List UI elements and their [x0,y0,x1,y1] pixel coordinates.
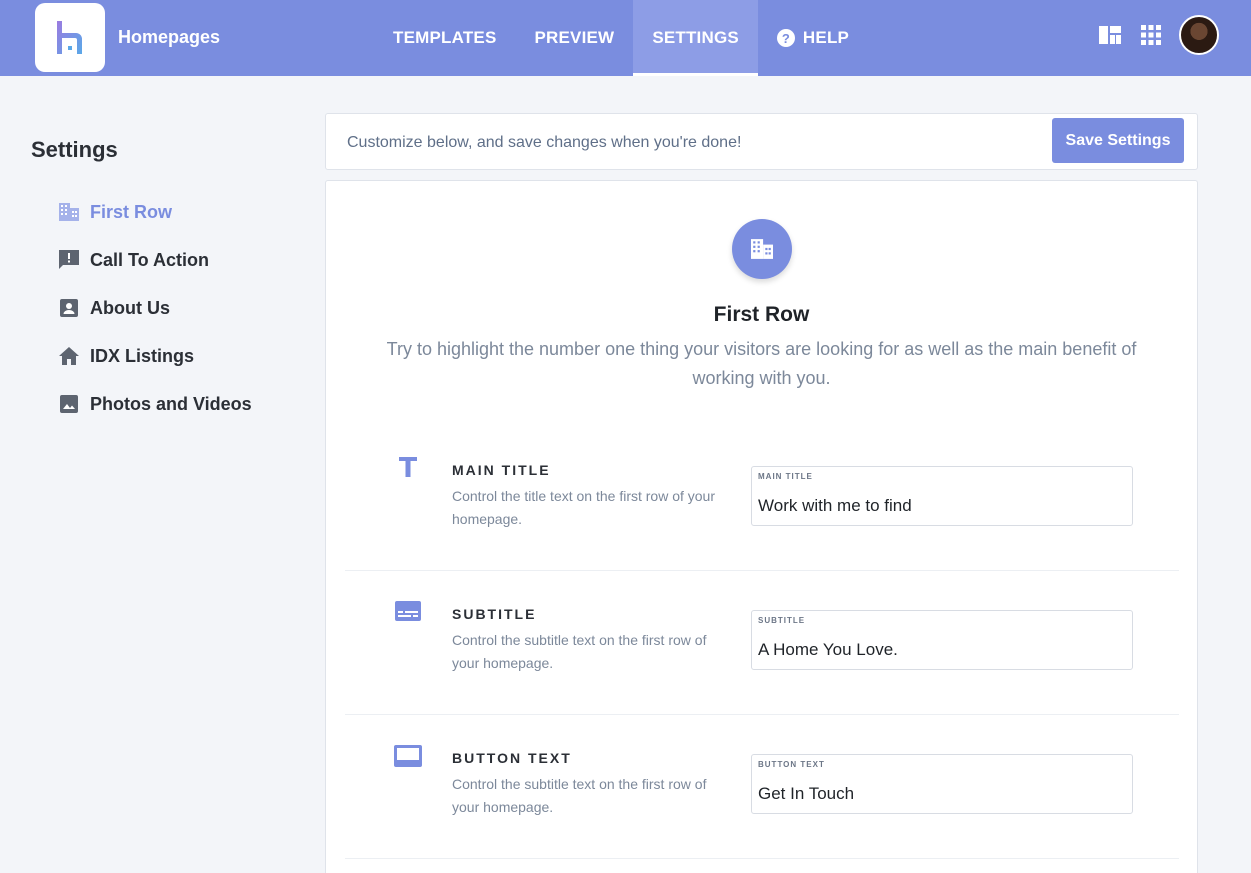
sidebar-item-call-to-action[interactable]: Call To Action [58,236,252,284]
section-description: Try to highlight the number one thing yo… [386,339,1137,388]
main-nav: TEMPLATES PREVIEW SETTINGS ? HELP [374,0,868,76]
top-right-tools [1079,15,1219,55]
building-icon [732,219,792,279]
sidebar-item-label: First Row [90,201,173,222]
building-icon [58,203,80,221]
main-title-field[interactable]: MAIN TITLE [751,466,1133,526]
sidebar-item-label: Call To Action [90,249,209,270]
sidebar-item-idx-listings[interactable]: IDX Listings [58,332,252,380]
row-description: Control the subtitle text on the first r… [452,776,707,815]
button-text-input[interactable] [752,777,1132,811]
app-name: Homepages [118,27,221,47]
user-avatar[interactable] [1179,15,1219,55]
row-description: Control the title text on the first row … [452,488,716,527]
nav-help-label: HELP [802,28,850,47]
field-label: MAIN TITLE [758,472,813,481]
image-icon [58,395,80,413]
row-description: Control the subtitle text on the first r… [452,632,707,671]
logo-h-icon [57,20,82,54]
row-title: MAIN TITLE [452,462,551,478]
field-label: SUBTITLE [758,616,806,625]
nav-preview[interactable]: PREVIEW [516,0,634,76]
row-title: SUBTITLE [452,606,537,622]
setting-row-button-text: BUTTON TEXT Control the subtitle text on… [345,715,1179,859]
sidebar-item-photos-videos[interactable]: Photos and Videos [58,380,252,428]
person-box-icon [58,299,80,317]
sidebar-item-label: IDX Listings [90,345,195,366]
section-title: First Row [713,303,810,326]
button-text-field[interactable]: BUTTON TEXT [751,754,1133,814]
dashboard-icon[interactable] [1099,26,1121,44]
top-navbar: Homepages TEMPLATES PREVIEW SETTINGS ? HE… [0,0,1251,76]
sidebar-nav: First Row Call To Action About Us IDX Li… [58,188,252,428]
nav-templates[interactable]: TEMPLATES [374,0,516,76]
apps-grid-icon[interactable] [1141,25,1161,45]
button-icon [393,745,423,767]
subtitle-field[interactable]: SUBTITLE [751,610,1133,670]
nav-preview-label: PREVIEW [534,28,615,47]
settings-card: First Row Try to highlight the number on… [325,180,1198,873]
sidebar-item-about-us[interactable]: About Us [58,284,252,332]
sidebar-item-label: About Us [90,297,170,318]
sidebar-title: Settings [31,137,118,162]
setting-row-main-title: MAIN TITLE Control the title text on the… [345,427,1179,571]
save-settings-button[interactable]: Save Settings [1052,118,1184,163]
feedback-icon [58,250,80,270]
nav-settings-label: SETTINGS [652,28,739,47]
subtitle-input[interactable] [752,633,1132,667]
help-icon: ? [776,29,795,47]
save-bar: Customize below, and save changes when y… [325,113,1198,170]
main-title-input[interactable] [752,489,1132,523]
field-label: BUTTON TEXT [758,760,825,769]
sidebar-item-first-row[interactable]: First Row [58,188,252,236]
nav-templates-label: TEMPLATES [393,28,497,47]
save-bar-message: Customize below, and save changes when y… [347,134,742,151]
home-icon [58,347,80,365]
app-logo[interactable] [35,3,105,72]
nav-settings[interactable]: SETTINGS [633,0,758,76]
text-icon [393,457,423,477]
nav-help[interactable]: ? HELP [758,0,868,76]
sidebar-item-label: Photos and Videos [90,393,252,414]
row-title: BUTTON TEXT [452,750,572,766]
subtitles-icon [393,601,423,621]
setting-row-subtitle: SUBTITLE Control the subtitle text on th… [345,571,1179,715]
